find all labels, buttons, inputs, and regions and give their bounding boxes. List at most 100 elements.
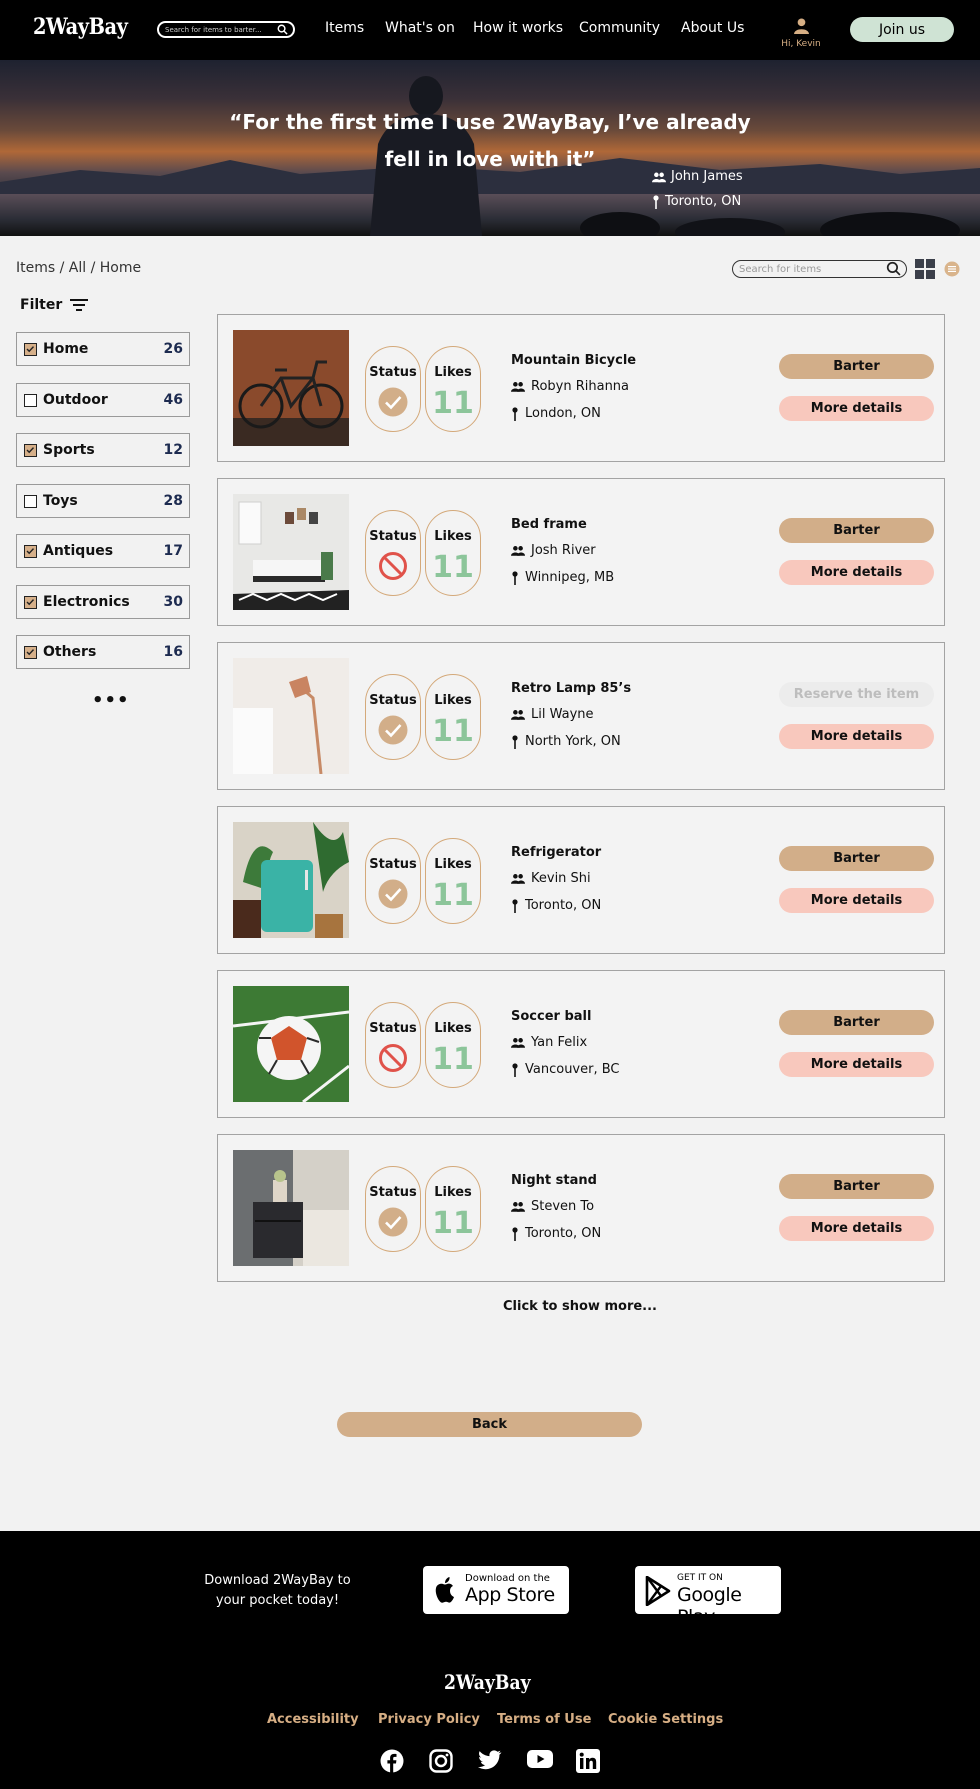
search-icon[interactable] [277, 24, 288, 35]
footer-link-accessibility[interactable]: Accessibility [267, 1712, 359, 1727]
likes-pill[interactable]: Likes 11 [425, 346, 481, 432]
barter-button[interactable]: Barter [779, 1010, 934, 1035]
likes-pill[interactable]: Likes 11 [425, 838, 481, 924]
pin-icon [512, 1226, 518, 1241]
breadcrumb-items[interactable]: Items [16, 260, 55, 276]
show-more-link[interactable]: Click to show more... [503, 1299, 657, 1314]
checkbox-checked[interactable] [24, 343, 37, 356]
item-photo-bedroom[interactable] [233, 494, 349, 610]
google-play-badge[interactable]: GET IT ON Google Play [635, 1566, 781, 1628]
nav-items[interactable]: Items [325, 20, 364, 36]
nav-whats-on[interactable]: What's on [385, 20, 455, 36]
user-menu[interactable]: Hi, Kevin [776, 17, 826, 49]
likes-pill[interactable]: Likes 11 [425, 510, 481, 596]
item-name[interactable]: Soccer ball [511, 1009, 591, 1024]
item-card[interactable]: Status Likes 11 Mountain Bicycle Robyn Rihan… [217, 314, 945, 462]
more-details-button[interactable]: More details [779, 560, 934, 585]
checkbox-unchecked[interactable] [24, 495, 37, 508]
filter-category-antiques[interactable]: Antiques 17 [16, 534, 190, 568]
category-label: Electronics [43, 594, 130, 610]
instagram-icon[interactable] [429, 1749, 453, 1773]
filter-category-toys[interactable]: Toys 28 [16, 484, 190, 518]
item-location: Winnipeg, MB [511, 570, 614, 585]
item-name[interactable]: Night stand [511, 1173, 597, 1188]
filter-category-home[interactable]: Home 26 [16, 332, 190, 366]
barter-button[interactable]: Barter [779, 354, 934, 379]
item-photo-lamp[interactable] [233, 658, 349, 774]
item-card[interactable]: Status Likes 11 Night stand Steven To Toronto… [217, 1134, 945, 1282]
category-count: 16 [163, 644, 183, 660]
status-label: Status [369, 857, 417, 872]
join-us-button[interactable]: Join us [850, 17, 954, 42]
item-photo-bicycle[interactable] [233, 330, 349, 446]
unavailable-icon [379, 552, 407, 580]
more-categories-button[interactable]: ••• [92, 690, 130, 711]
nav-how-it-works[interactable]: How it works [473, 20, 563, 36]
status-label: Status [369, 529, 417, 544]
nav-community[interactable]: Community [579, 20, 660, 36]
search-icon[interactable] [886, 261, 901, 276]
more-details-button[interactable]: More details [779, 396, 934, 421]
item-photo-refrigerator[interactable] [233, 822, 349, 938]
more-details-button[interactable]: More details [779, 888, 934, 913]
grid-view-icon[interactable] [915, 259, 935, 279]
filter-category-electronics[interactable]: Electronics 30 [16, 585, 190, 619]
filter-category-sports[interactable]: Sports 12 [16, 433, 190, 467]
item-card[interactable]: Status Likes 11 Bed frame Josh River Winnipeg… [217, 478, 945, 626]
footer-logo[interactable]: 2WayBay [444, 1670, 531, 1694]
back-button[interactable]: Back [337, 1412, 642, 1437]
linkedin-icon[interactable] [576, 1749, 600, 1773]
item-card[interactable]: Status Likes 11 Retro Lamp 85’s Lil Wayne Nor… [217, 642, 945, 790]
logo[interactable]: 2WayBay [33, 14, 128, 40]
checkbox-unchecked[interactable] [24, 394, 37, 407]
item-name[interactable]: Bed frame [511, 517, 587, 532]
item-search-input[interactable] [739, 263, 879, 275]
users-icon [511, 546, 525, 556]
checkbox-checked[interactable] [24, 646, 37, 659]
users-icon [511, 874, 525, 884]
likes-pill[interactable]: Likes 11 [425, 1166, 481, 1252]
checkbox-checked[interactable] [24, 444, 37, 457]
more-details-button[interactable]: More details [779, 1052, 934, 1077]
checkbox-checked[interactable] [24, 596, 37, 609]
breadcrumb-home[interactable]: Home [100, 260, 141, 276]
twitter-icon[interactable] [478, 1749, 502, 1771]
filter-header[interactable]: Filter [20, 297, 89, 313]
unavailable-icon [379, 1044, 407, 1072]
footer: Download 2WayBay to your pocket today! D… [0, 1531, 980, 1789]
item-card[interactable]: Status Likes 11 Soccer ball Yan Felix Vancouv… [217, 970, 945, 1118]
likes-pill[interactable]: Likes 11 [425, 1002, 481, 1088]
list-view-icon[interactable] [944, 261, 960, 277]
likes-pill[interactable]: Likes 11 [425, 674, 481, 760]
likes-count: 11 [432, 1042, 474, 1077]
footer-link-cookie-settings[interactable]: Cookie Settings [608, 1712, 723, 1727]
item-location: Toronto, ON [511, 1226, 601, 1241]
barter-button[interactable]: Barter [779, 518, 934, 543]
filter-category-outdoor[interactable]: Outdoor 46 [16, 383, 190, 417]
youtube-icon[interactable] [527, 1749, 553, 1769]
app-store-badge[interactable]: Download on the App Store [423, 1566, 569, 1614]
nav-about-us[interactable]: About Us [681, 20, 744, 36]
pin-icon [512, 406, 518, 421]
item-location: Toronto, ON [511, 898, 601, 913]
reserve-item-button[interactable]: Reserve the item [779, 682, 934, 707]
item-name[interactable]: Retro Lamp 85’s [511, 681, 631, 696]
filter-category-others[interactable]: Others 16 [16, 635, 190, 669]
more-details-button[interactable]: More details [779, 1216, 934, 1241]
item-card[interactable]: Status Likes 11 Refrigerator Kevin Shi Toront… [217, 806, 945, 954]
checkbox-checked[interactable] [24, 545, 37, 558]
header-search-input[interactable] [165, 24, 275, 36]
item-name[interactable]: Mountain Bicycle [511, 353, 636, 368]
status-label: Status [369, 365, 417, 380]
facebook-icon[interactable] [380, 1749, 404, 1773]
barter-button[interactable]: Barter [779, 846, 934, 871]
more-details-button[interactable]: More details [779, 724, 934, 749]
item-photo-soccer-ball[interactable] [233, 986, 349, 1102]
footer-link-privacy-policy[interactable]: Privacy Policy [378, 1712, 480, 1727]
breadcrumb-all[interactable]: All [69, 260, 86, 276]
item-name[interactable]: Refrigerator [511, 845, 601, 860]
footer-link-terms-of-use[interactable]: Terms of Use [497, 1712, 591, 1727]
item-photo-night-stand[interactable] [233, 1150, 349, 1266]
likes-label: Likes [434, 693, 472, 708]
barter-button[interactable]: Barter [779, 1174, 934, 1199]
